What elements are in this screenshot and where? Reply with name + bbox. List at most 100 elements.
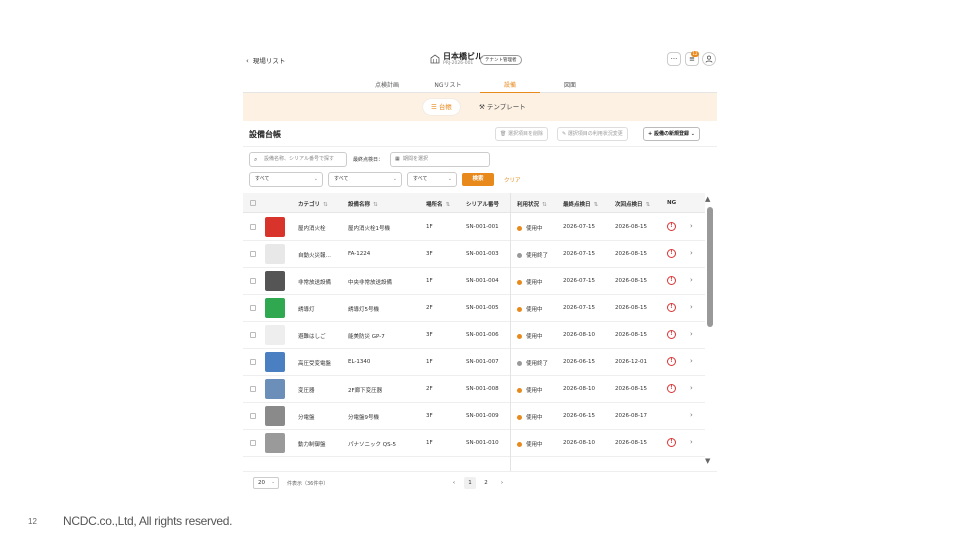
chevron-down-icon: ⌄	[392, 176, 397, 182]
alert-icon[interactable]: !	[667, 276, 676, 285]
alert-icon[interactable]: !	[667, 438, 676, 447]
chevron-right-icon[interactable]: ›	[690, 411, 693, 419]
copyright: NCDC.co.,Ltd, All rights reserved.	[63, 514, 233, 528]
segment-template[interactable]: ⚒ テンプレート	[471, 99, 534, 115]
header-next-date[interactable]: 次回点検日 ⇅	[615, 200, 650, 208]
cell-name: FA-1224	[348, 251, 371, 257]
cell-last-date: 2026-07-15	[563, 278, 595, 284]
select-all-checkbox[interactable]	[250, 200, 256, 206]
page-1-button[interactable]: 1	[464, 477, 476, 489]
segment-ledger-label: 台帳	[438, 103, 452, 111]
row-checkbox[interactable]	[250, 251, 256, 257]
tab-drawings[interactable]: 図面	[540, 80, 600, 93]
chevron-right-icon[interactable]: ›	[690, 357, 693, 365]
equipment-thumbnail	[265, 379, 285, 399]
page-2-button[interactable]: 2	[480, 477, 492, 489]
header-name[interactable]: 設備名称 ⇅	[348, 200, 378, 208]
header-category[interactable]: カテゴリ ⇅	[298, 200, 328, 208]
segment-template-label: テンプレート	[486, 103, 526, 111]
alert-icon[interactable]: !	[667, 330, 676, 339]
trash-icon: 🗑︎	[500, 131, 507, 137]
per-page-value: 20	[258, 480, 265, 486]
delete-selected-button[interactable]: 🗑︎ 選択項目を削除	[495, 127, 548, 141]
cell-location: 2F	[426, 386, 433, 392]
header-last-date[interactable]: 最終点検日 ⇅	[563, 200, 598, 208]
cell-last-date: 2026-07-15	[563, 305, 595, 311]
table-row[interactable]: 高圧受変電盤 EL-1340 1F SN-001-007 使用終了 2026-06-15 2…	[243, 349, 705, 376]
user-button[interactable]	[702, 52, 716, 66]
alert-icon[interactable]: !	[667, 303, 676, 312]
search-button[interactable]: 検索	[462, 173, 494, 186]
last-inspection-label: 最終点検日：	[353, 157, 384, 163]
table-row[interactable]: 自動火災報… FA-1224 3F SN-001-003 使用終了 2026-07-15 2…	[243, 241, 705, 268]
tab-inspection-plan[interactable]: 点検計画	[357, 80, 417, 93]
alert-icon[interactable]: !	[667, 222, 676, 231]
chevron-right-icon[interactable]: ›	[690, 384, 693, 392]
status-dot	[517, 253, 522, 258]
alert-icon[interactable]: !	[667, 384, 676, 393]
table-row[interactable]: 避難はしご 能美防災 GP-7 3F SN-001-006 使用中 2026-08-10 2…	[243, 322, 705, 349]
cell-serial: SN-001-003	[466, 251, 499, 257]
equipment-thumbnail	[265, 217, 285, 237]
date-range-field[interactable]: ▦ 期間を選択	[390, 152, 490, 167]
location-select[interactable]: すべて ⌄	[328, 172, 402, 187]
alert-icon[interactable]: !	[667, 357, 676, 366]
more-button[interactable]: ···	[667, 52, 681, 66]
cell-location: 3F	[426, 413, 433, 419]
prev-page-button[interactable]: ‹	[448, 477, 460, 489]
row-checkbox[interactable]	[250, 305, 256, 311]
equipment-thumbnail	[265, 298, 285, 318]
tab-equipment[interactable]: 設備	[480, 80, 540, 93]
alert-icon[interactable]: !	[667, 249, 676, 258]
back-link[interactable]: ‹ 現場リスト	[246, 55, 285, 65]
status-select[interactable]: すべて ⌄	[407, 172, 457, 187]
scroll-down-arrow[interactable]: ▼	[705, 457, 710, 465]
scrollbar-thumb[interactable]	[707, 207, 713, 327]
chevron-right-icon[interactable]: ›	[690, 276, 693, 284]
status-select-value: すべて	[413, 176, 428, 182]
table-row[interactable]: 屋内消火栓 屋内消火栓1号機 1F SN-001-001 使用中 2026-07-15 20…	[243, 214, 705, 241]
table-row[interactable]: 変圧器 2F廊下変圧器 2F SN-001-008 使用中 2026-08-10 2026-…	[243, 376, 705, 403]
cell-location: 3F	[426, 251, 433, 257]
list-icon: ☰	[431, 103, 437, 111]
table-row[interactable]: 誘導灯 誘導灯5号機 2F SN-001-005 使用中 2026-07-15 2026-0…	[243, 295, 705, 322]
chevron-right-icon[interactable]: ›	[690, 438, 693, 446]
table-row[interactable]: 動力制御盤 パナソニック QS-5 1F SN-001-010 使用中 2026-08-1…	[243, 430, 705, 457]
status-label: 使用終了	[526, 253, 549, 259]
table-row[interactable]: 分電盤 分電盤9号機 3F SN-001-009 使用中 2026-06-15 2026-0…	[243, 403, 705, 430]
cell-category: 自動火災報…	[298, 253, 332, 259]
status-label: 使用中	[526, 280, 543, 286]
row-checkbox[interactable]	[250, 332, 256, 338]
chevron-right-icon[interactable]: ›	[690, 303, 693, 311]
clear-button[interactable]: クリア	[504, 176, 521, 184]
per-page-select[interactable]: 20 ⌄	[253, 477, 279, 489]
change-status-label: 選択項目の利用状況変更	[567, 131, 623, 137]
row-checkbox[interactable]	[250, 386, 256, 392]
scroll-up-arrow[interactable]: ▲	[705, 195, 710, 203]
row-checkbox[interactable]	[250, 359, 256, 365]
table-header: カテゴリ ⇅ 設備名称 ⇅ 場所名 ⇅ シリアル番号 利用状況 ⇅ 最終点検日 ⇅ 次回点…	[243, 193, 705, 213]
cell-category: 誘導灯	[298, 307, 315, 313]
segment-ledger[interactable]: ☰ 台帳	[423, 99, 460, 115]
tab-ng-list[interactable]: NGリスト	[418, 80, 478, 93]
chevron-right-icon[interactable]: ›	[690, 222, 693, 230]
chevron-down-icon: ⌄	[690, 131, 695, 137]
next-page-button[interactable]: ›	[496, 477, 508, 489]
header-status[interactable]: 利用状況 ⇅	[517, 200, 547, 208]
header-category-label: カテゴリ	[298, 202, 321, 208]
row-checkbox[interactable]	[250, 224, 256, 230]
cell-location: 3F	[426, 332, 433, 338]
row-checkbox[interactable]	[250, 440, 256, 446]
search-input[interactable]: ⌕ 設備名称、シリアル番号で探す	[249, 152, 347, 167]
change-status-button[interactable]: ✎ 選択項目の利用状況変更	[557, 127, 628, 141]
category-select[interactable]: すべて ⌄	[249, 172, 323, 187]
row-checkbox[interactable]	[250, 413, 256, 419]
building-icon	[430, 54, 440, 64]
header-location[interactable]: 場所名 ⇅	[426, 200, 450, 208]
cell-last-date: 2026-06-15	[563, 359, 595, 365]
new-equipment-button[interactable]: + 設備の新規登録 ⌄	[643, 127, 700, 141]
row-checkbox[interactable]	[250, 278, 256, 284]
table-row[interactable]: 非常放送設備 中央非常放送設備 1F SN-001-004 使用中 2026-07-15 2…	[243, 268, 705, 295]
chevron-right-icon[interactable]: ›	[690, 249, 693, 257]
chevron-right-icon[interactable]: ›	[690, 330, 693, 338]
